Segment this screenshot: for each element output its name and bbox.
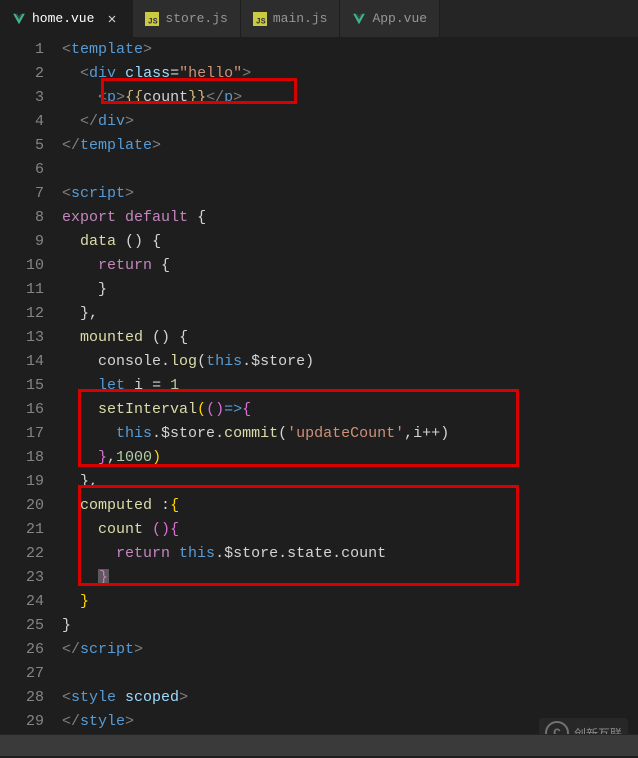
line-gutter: 1234567891011121314151617181920212223242… <box>0 38 62 756</box>
code-line: } <box>62 566 638 590</box>
code-area[interactable]: <template> <div class="hello"> <p>{{coun… <box>62 38 638 756</box>
tab-label: store.js <box>165 11 227 26</box>
code-line: </script> <box>62 638 638 662</box>
code-line: mounted () { <box>62 326 638 350</box>
code-line: } <box>62 278 638 302</box>
tab-label: App.vue <box>372 11 427 26</box>
code-line <box>62 158 638 182</box>
close-icon[interactable] <box>104 11 120 27</box>
code-line: },1000) <box>62 446 638 470</box>
code-line: return this.$store.state.count <box>62 542 638 566</box>
code-line <box>62 662 638 686</box>
tab-store-js[interactable]: JS store.js <box>133 0 240 37</box>
code-line: setInterval(()=>{ <box>62 398 638 422</box>
svg-text:JS: JS <box>148 17 158 25</box>
editor: 1234567891011121314151617181920212223242… <box>0 38 638 756</box>
code-line: <style scoped> <box>62 686 638 710</box>
tab-home-vue[interactable]: home.vue <box>0 0 133 37</box>
code-line: <p>{{count}}</p> <box>62 86 638 110</box>
code-line: } <box>62 590 638 614</box>
tab-bar: home.vue JS store.js JS main.js App.vue <box>0 0 638 38</box>
code-line: this.$store.commit('updateCount',i++) <box>62 422 638 446</box>
code-line: data () { <box>62 230 638 254</box>
tab-label: main.js <box>273 11 328 26</box>
tab-app-vue[interactable]: App.vue <box>340 0 440 37</box>
code-line: export default { <box>62 206 638 230</box>
code-line: count (){ <box>62 518 638 542</box>
vue-icon <box>12 12 26 26</box>
code-line: }, <box>62 302 638 326</box>
code-line: </div> <box>62 110 638 134</box>
code-line: let i = 1 <box>62 374 638 398</box>
status-bar <box>0 734 638 756</box>
code-line: <template> <box>62 38 638 62</box>
svg-text:JS: JS <box>256 17 266 25</box>
code-line: <div class="hello"> <box>62 62 638 86</box>
tab-label: home.vue <box>32 11 94 26</box>
vue-icon <box>352 12 366 26</box>
js-icon: JS <box>253 12 267 26</box>
code-line: return { <box>62 254 638 278</box>
code-line: } <box>62 614 638 638</box>
js-icon: JS <box>145 12 159 26</box>
code-line: console.log(this.$store) <box>62 350 638 374</box>
code-line: computed :{ <box>62 494 638 518</box>
code-line: </template> <box>62 134 638 158</box>
code-line: <script> <box>62 182 638 206</box>
tab-main-js[interactable]: JS main.js <box>241 0 341 37</box>
code-line: }, <box>62 470 638 494</box>
